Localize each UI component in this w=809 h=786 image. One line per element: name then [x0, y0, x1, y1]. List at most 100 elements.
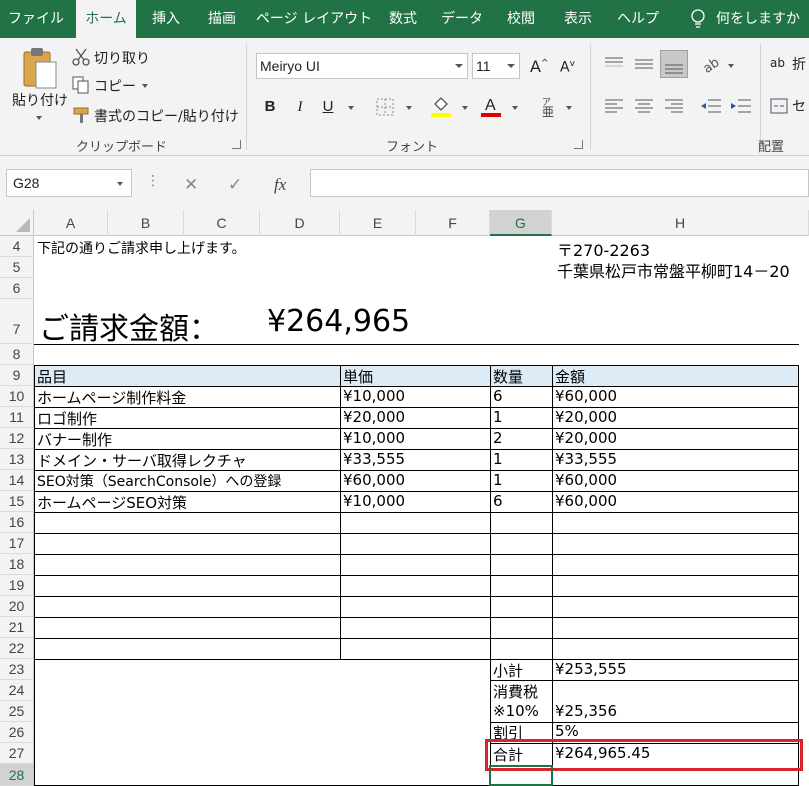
format-painter-icon[interactable]: [72, 106, 90, 124]
column-header-d[interactable]: D: [260, 210, 340, 236]
fill-color-icon[interactable]: [430, 94, 452, 118]
insert-function-icon[interactable]: fx: [274, 175, 286, 195]
tab-home[interactable]: ホーム: [76, 0, 136, 38]
decrease-indent-icon[interactable]: [700, 98, 722, 114]
worksheet-grid[interactable]: A B C D E F G H 4 5 6 7 8 9 10 11 12 13 …: [0, 210, 809, 786]
row-header-28[interactable]: 28: [0, 764, 34, 786]
column-header-f[interactable]: F: [416, 210, 490, 236]
row-header-15[interactable]: 15: [0, 491, 34, 512]
orientation-dropdown-icon[interactable]: [728, 64, 734, 68]
bold-button[interactable]: B: [262, 95, 278, 119]
tell-me-search[interactable]: 何をしますか: [716, 0, 804, 38]
row-header-4[interactable]: 4: [0, 236, 34, 257]
row-header-14[interactable]: 14: [0, 470, 34, 491]
tab-view[interactable]: 表示: [552, 0, 604, 38]
wrap-text-button[interactable]: 折: [792, 54, 806, 74]
underline-dropdown-icon[interactable]: [348, 106, 354, 110]
tab-file[interactable]: ファイル: [0, 0, 72, 38]
merge-center-button[interactable]: セ: [792, 96, 806, 116]
row-header-27[interactable]: 27: [0, 743, 34, 764]
align-bottom-button[interactable]: [660, 50, 688, 78]
phonetic-guide-icon[interactable]: ア 亜: [540, 96, 556, 118]
copy-dropdown-icon[interactable]: [142, 84, 148, 88]
column-header-c[interactable]: C: [184, 210, 260, 236]
italic-button[interactable]: I: [292, 95, 308, 119]
copy-icon[interactable]: [72, 76, 90, 94]
name-box[interactable]: G28: [6, 169, 132, 197]
font-size-select[interactable]: 11: [472, 53, 520, 79]
formula-input[interactable]: [310, 169, 809, 197]
tab-insert[interactable]: 挿入: [140, 0, 192, 38]
borders-icon[interactable]: [376, 98, 394, 116]
row-header-19[interactable]: 19: [0, 575, 34, 596]
active-cell-g28[interactable]: [489, 765, 553, 786]
font-launcher-icon[interactable]: [574, 140, 583, 149]
row-header-16[interactable]: 16: [0, 512, 34, 533]
font-name-select[interactable]: Meiryo UI: [256, 53, 468, 79]
tab-draw[interactable]: 描画: [196, 0, 248, 38]
tab-formulas[interactable]: 数式: [380, 0, 426, 38]
row-header-25[interactable]: 25: [0, 701, 34, 722]
column-header-g[interactable]: G: [490, 210, 552, 236]
row-header-23[interactable]: 23: [0, 659, 34, 680]
row-header-22[interactable]: 22: [0, 638, 34, 659]
grow-font-icon[interactable]: A^: [530, 57, 549, 76]
item-amount: ¥20,000: [555, 408, 618, 426]
row-header-24[interactable]: 24: [0, 680, 34, 701]
tax-value: ¥25,356: [555, 702, 618, 720]
font-color-dropdown-icon[interactable]: [512, 106, 518, 110]
clipboard-launcher-icon[interactable]: [232, 140, 241, 149]
underline-button[interactable]: U: [320, 95, 336, 119]
row-header-5[interactable]: 5: [0, 257, 34, 278]
shrink-font-icon[interactable]: Av: [560, 59, 575, 76]
row-header-8[interactable]: 8: [0, 344, 34, 365]
item-name: ホームページ制作料金: [37, 389, 187, 407]
column-header-h[interactable]: H: [552, 210, 809, 236]
increase-indent-icon[interactable]: [730, 98, 752, 114]
row-header-11[interactable]: 11: [0, 407, 34, 428]
row-header-7[interactable]: 7: [0, 299, 34, 344]
row-header-17[interactable]: 17: [0, 533, 34, 554]
column-header-b[interactable]: B: [108, 210, 184, 236]
align-middle-icon[interactable]: [634, 56, 654, 72]
tab-help[interactable]: ヘルプ: [610, 0, 666, 38]
scissors-icon[interactable]: [72, 48, 90, 66]
fill-color-dropdown-icon[interactable]: [462, 106, 468, 110]
row-header-26[interactable]: 26: [0, 722, 34, 743]
row-header-12[interactable]: 12: [0, 428, 34, 449]
copy-button[interactable]: コピー: [94, 76, 136, 96]
orientation-icon[interactable]: ab: [700, 54, 722, 74]
group-separator: [590, 44, 591, 150]
column-header-e[interactable]: E: [340, 210, 416, 236]
format-painter-button[interactable]: 書式のコピー/貼り付け: [94, 106, 239, 126]
font-color-icon[interactable]: A: [480, 94, 502, 118]
row-header-21[interactable]: 21: [0, 617, 34, 638]
row-header-18[interactable]: 18: [0, 554, 34, 575]
tab-page-layout[interactable]: ページ レイアウト: [254, 0, 374, 38]
align-top-icon[interactable]: [604, 56, 624, 72]
column-header-a[interactable]: A: [34, 210, 108, 236]
tab-review[interactable]: 校閲: [496, 0, 546, 38]
tab-data[interactable]: データ: [434, 0, 490, 38]
row-header-9[interactable]: 9: [0, 365, 34, 386]
align-left-icon[interactable]: [604, 98, 624, 114]
svg-text:ab: ab: [701, 55, 722, 74]
paste-dropdown-icon[interactable]: [36, 116, 42, 120]
row-header-20[interactable]: 20: [0, 596, 34, 617]
align-center-icon[interactable]: [634, 98, 654, 114]
cut-button[interactable]: 切り取り: [94, 48, 150, 68]
row-header-6[interactable]: 6: [0, 278, 34, 299]
item-amount: ¥60,000: [555, 471, 618, 489]
cancel-icon[interactable]: ✕: [184, 175, 198, 195]
borders-dropdown-icon[interactable]: [406, 106, 412, 110]
align-right-icon[interactable]: [664, 98, 684, 114]
enter-icon[interactable]: ✓: [228, 175, 242, 195]
row-header-10[interactable]: 10: [0, 386, 34, 407]
row-header-13[interactable]: 13: [0, 449, 34, 470]
paste-icon[interactable]: [20, 46, 60, 90]
merge-center-icon[interactable]: [770, 98, 788, 114]
select-all-button[interactable]: [0, 210, 34, 236]
paste-button[interactable]: 貼り付け: [12, 90, 68, 110]
phonetic-dropdown-icon[interactable]: [566, 106, 572, 110]
name-box-dropdown-icon[interactable]: [117, 182, 123, 186]
